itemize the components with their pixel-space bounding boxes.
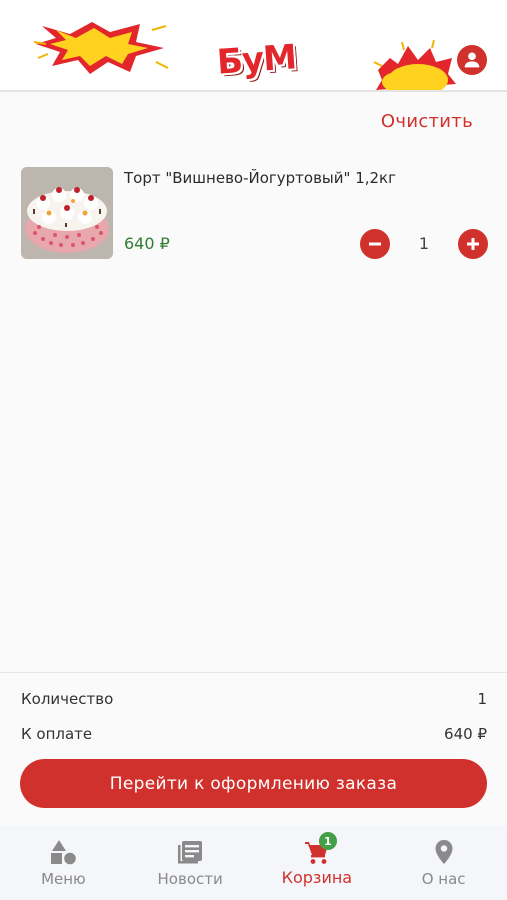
product-title: Торт "Вишнево-Йогуртовый" 1,2кг: [124, 169, 396, 187]
increase-quantity-button[interactable]: [458, 229, 488, 259]
nav-label-about: О нас: [421, 870, 466, 888]
summary-quantity-row: Количество 1: [21, 690, 487, 708]
cart-item: Торт "Вишнево-Йогуртовый" 1,2кг 640 ₽ 1: [0, 160, 507, 270]
brand-logo: БуМ: [214, 34, 298, 86]
nav-item-about[interactable]: О нас: [380, 825, 507, 900]
app-header: БуМ: [0, 0, 507, 92]
comic-burst-right-decoration: [373, 40, 456, 90]
menu-shapes-icon: [49, 838, 77, 866]
profile-button[interactable]: [457, 45, 487, 75]
quantity-value: 1: [418, 234, 430, 253]
summary-quantity-label: Количество: [21, 690, 114, 708]
nav-item-cart[interactable]: 1 Корзина: [254, 825, 381, 900]
nav-label-menu: Меню: [41, 870, 86, 888]
cart-count-badge: 1: [318, 832, 337, 850]
summary-total-row: К оплате 640 ₽: [21, 725, 487, 743]
clear-cart-button[interactable]: Очистить: [381, 111, 473, 132]
decrease-quantity-button[interactable]: [360, 229, 390, 259]
product-price: 640 ₽: [124, 234, 170, 253]
order-summary: Количество 1 К оплате 640 ₽ Перейти к оф…: [0, 672, 507, 826]
news-icon: [176, 838, 204, 866]
summary-total-value: 640 ₽: [444, 725, 487, 743]
user-icon: [464, 52, 480, 68]
nav-item-news[interactable]: Новости: [127, 825, 254, 900]
logo-text: БуМ: [215, 37, 297, 83]
summary-total-label: К оплате: [21, 725, 93, 743]
nav-item-menu[interactable]: Меню: [0, 825, 127, 900]
nav-label-news: Новости: [157, 870, 223, 888]
nav-label-cart: Корзина: [281, 868, 353, 887]
checkout-button[interactable]: Перейти к оформлению заказа: [20, 759, 487, 808]
cart-icon: 1: [303, 832, 337, 866]
minus-icon: [369, 242, 381, 246]
cake-image: [21, 167, 113, 259]
location-pin-icon: [433, 838, 455, 866]
plus-icon: [467, 238, 479, 250]
summary-quantity-value: 1: [477, 690, 487, 708]
bottom-navigation: Меню Новости 1 Корзина О нас: [0, 825, 507, 900]
product-image[interactable]: [21, 167, 113, 259]
comic-burst-left-decoration: [33, 22, 169, 74]
